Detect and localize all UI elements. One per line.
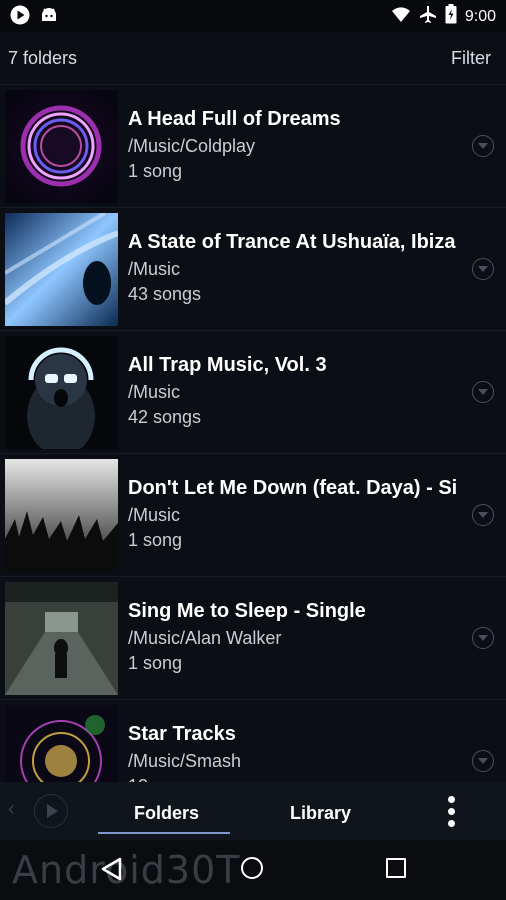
battery-icon: [445, 4, 457, 29]
folder-path: /Music: [128, 259, 181, 279]
chevron-down-circle-icon[interactable]: [472, 504, 494, 526]
wifi-icon: [391, 5, 411, 28]
folder-item[interactable]: All Trap Music, Vol. 3 /Music 42 songs: [0, 330, 506, 454]
airplane-icon: [419, 5, 437, 28]
active-tab-indicator: [98, 832, 230, 834]
folder-list: A Head Full of Dreams /Music/Coldplay 1 …: [0, 84, 506, 782]
album-art: [5, 582, 118, 695]
album-art: [5, 213, 118, 326]
back-icon[interactable]: [100, 857, 122, 886]
chevron-down-circle-icon[interactable]: [472, 258, 494, 280]
chevron-down-circle-icon[interactable]: [472, 750, 494, 772]
folder-path: /Music/Coldplay: [128, 136, 256, 156]
folder-title: A State of Trance At Ushuaïa, Ibiza: [128, 231, 456, 253]
folder-title: A Head Full of Dreams: [128, 108, 341, 130]
navigation-bar: Android30T: [0, 840, 506, 900]
song-count: 1 song: [128, 161, 183, 181]
chevron-down-circle-icon[interactable]: [472, 381, 494, 403]
folder-title: Sing Me to Sleep - Single: [128, 600, 366, 622]
tab-folders[interactable]: Folders: [134, 803, 199, 824]
more-vertical-icon[interactable]: [444, 796, 458, 828]
tab-library[interactable]: Library: [290, 803, 351, 824]
song-count: 1 song: [128, 653, 183, 673]
android-icon: [40, 6, 58, 29]
chevron-down-circle-icon[interactable]: [472, 135, 494, 157]
recents-icon[interactable]: [386, 858, 406, 878]
folder-item[interactable]: Sing Me to Sleep - Single /Music/Alan Wa…: [0, 576, 506, 700]
folder-path: /Music/Smash: [128, 751, 242, 771]
play-icon[interactable]: [34, 794, 68, 828]
previous-icon[interactable]: ‹: [8, 798, 15, 821]
home-icon[interactable]: [241, 857, 263, 879]
chevron-down-circle-icon[interactable]: [472, 627, 494, 649]
album-art: [5, 90, 118, 203]
folder-item[interactable]: Star Tracks /Music/Smash 12: [0, 699, 506, 782]
folder-title: Star Tracks: [128, 723, 236, 745]
folder-path: /Music: [128, 505, 181, 525]
status-bar: 9:00: [0, 0, 506, 32]
album-art: [5, 336, 118, 449]
folder-path: /Music/Alan Walker: [128, 628, 282, 648]
filter-button[interactable]: Filter: [451, 48, 491, 69]
folder-item[interactable]: A State of Trance At Ushuaïa, Ibiza /Mus…: [0, 207, 506, 331]
folder-title: Don't Let Me Down (feat. Daya) - Si: [128, 477, 458, 499]
watermark: Android30T: [12, 848, 241, 892]
song-count: 42 songs: [128, 407, 202, 427]
folder-item[interactable]: Don't Let Me Down (feat. Daya) - Si /Mus…: [0, 453, 506, 577]
album-art: [5, 705, 118, 782]
song-count: 43 songs: [128, 284, 202, 304]
folder-item[interactable]: A Head Full of Dreams /Music/Coldplay 1 …: [0, 84, 506, 208]
status-time: 9:00: [464, 7, 496, 25]
album-art: [5, 459, 118, 572]
folder-title: All Trap Music, Vol. 3: [128, 354, 327, 376]
play-icon: [10, 5, 30, 30]
folder-count: 7 folders: [8, 48, 78, 68]
song-count: 1 song: [128, 530, 183, 550]
folder-path: /Music: [128, 382, 181, 402]
header: 7 folders Filter: [0, 32, 506, 84]
bottom-tab-bar: ‹ Folders Library: [0, 782, 506, 840]
